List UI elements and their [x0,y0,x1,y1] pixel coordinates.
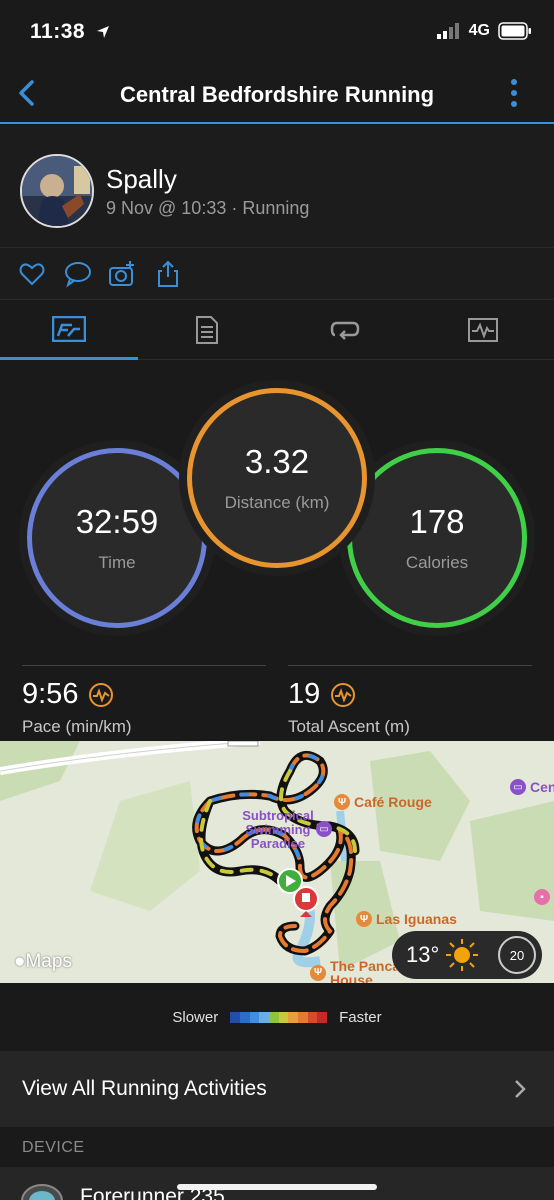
status-indicators: 4G [436,22,532,40]
social-actions [0,248,554,300]
legend-swatch [230,1011,240,1023]
charts-icon [468,318,498,342]
legend-swatch [278,1011,289,1023]
apple-logo-icon: ● [14,951,26,972]
hotel-poi[interactable]: ▭ [316,821,332,837]
activity-tabs [0,300,554,360]
chevron-right-icon [515,1080,526,1098]
shop-icon: ▪ [534,889,550,905]
legend-swatch [317,1011,328,1023]
activity-pulse-icon [331,682,356,707]
signal-icon [436,23,459,39]
device-section-header: DEVICE [0,1127,554,1167]
cen-label: Cen [530,779,554,795]
status-bar: 11:38 4G [0,0,554,62]
wind-indicator: 20 [498,936,536,974]
stats-icon [52,315,86,342]
laps-icon [330,321,360,340]
restaurant-icon: Ψ [310,965,326,981]
legend-swatch [268,1011,279,1023]
calories-value: 178 [409,503,465,540]
view-all-label: View All Running Activities [22,1077,267,1100]
legend-swatch [239,1011,250,1023]
ascent-value: 19 [288,678,321,710]
view-all-running-button[interactable]: View All Running Activities [0,1051,554,1127]
page-title: Central Bedfordshire Running [119,82,435,107]
poi-label-line2: Swimming [245,822,311,837]
legend-swatch [307,1011,318,1023]
poi-pancake-house[interactable]: Ψ The Panca House [310,959,400,983]
legend-swatch [259,1011,269,1023]
las-iguanas-label: Las Iguanas [376,911,457,927]
poi-cen[interactable]: ▭ Cen [510,779,554,795]
activity-pulse-icon [89,682,114,707]
maps-label: Maps [25,951,72,972]
legend-slower: Slower [172,1008,219,1026]
user-name[interactable]: Spally [106,164,177,195]
time-label: Time [98,553,136,572]
weather-temp: 13° [406,942,440,967]
add-photo-icon[interactable] [108,260,136,288]
distance-label: Distance (km) [224,493,330,512]
cafe-rouge-label: Café Rouge [354,794,432,810]
tab-laps[interactable] [276,300,414,360]
pink-poi[interactable]: ▪ [534,889,550,905]
time-value: 32:59 [75,503,159,540]
pace-legend: Slower Faster [0,983,554,1051]
pace-value: 9:56 [22,678,79,710]
battery-icon [498,22,531,40]
poi-label-line3: Paradise [250,836,306,851]
weather-badge[interactable]: 13° 20 [392,931,542,979]
time-ring: 32:59 Time [27,448,207,628]
share-icon[interactable] [154,260,182,288]
route-map[interactable]: Subtropical Swimming Paradise ▭ Ψ Café R… [0,741,554,983]
legend-color-scale [230,1011,328,1023]
clock-label: 11:38 [30,20,86,43]
details-icon [196,316,218,344]
avatar-image [22,156,92,226]
distance-ring: 3.32 Distance (km) [187,388,367,568]
heart-icon[interactable] [18,260,46,288]
distance-value: 3.32 [244,443,310,480]
poi-label-line1: Subtropical [242,808,314,823]
poi-swimming-paradise[interactable]: Subtropical Swimming Paradise [238,809,318,851]
tab-details[interactable] [138,300,276,360]
tab-stats[interactable] [0,300,138,360]
comment-icon[interactable] [64,260,92,288]
poi-las-iguanas[interactable]: Ψ Las Iguanas [356,911,457,927]
watch-icon [21,1184,63,1200]
tab-charts[interactable] [414,300,552,360]
home-indicator[interactable] [177,1184,377,1190]
poi-cafe-rouge[interactable]: Ψ Café Rouge [334,794,432,810]
restaurant-icon: Ψ [356,911,372,927]
pace-metric: 9:56 Pace (min/km) [22,665,266,736]
ascent-metric: 19 Total Ascent (m) [288,665,532,736]
apple-maps-attribution[interactable]: ●Maps [14,951,72,973]
pancake-label-2: House [330,972,373,983]
wind-speed: 20 [509,947,525,963]
more-options-icon[interactable] [510,78,518,108]
legend-faster: Faster [339,1008,382,1026]
sun-icon [446,939,479,971]
navigation-bar: Central Bedfordshire Running [0,62,554,124]
legend-swatch [249,1011,260,1023]
hotel-icon: ▭ [510,779,526,795]
activity-date-type: 9 Nov @ 10:33 · Running [106,198,310,218]
calories-label: Calories [405,553,469,572]
calories-ring: 178 Calories [347,448,527,628]
activity-header: Spally 9 Nov @ 10:33 · Running [0,126,554,248]
ascent-label: Total Ascent (m) [288,717,410,736]
location-arrow-icon [97,26,110,39]
status-time: 11:38 [30,20,111,44]
pace-label: Pace (min/km) [22,717,132,736]
avatar[interactable] [20,154,94,228]
legend-swatch [288,1011,299,1023]
hotel-icon: ▭ [316,821,332,837]
network-type: 4G [468,22,490,39]
legend-swatch [298,1011,308,1023]
restaurant-icon: Ψ [334,794,350,810]
